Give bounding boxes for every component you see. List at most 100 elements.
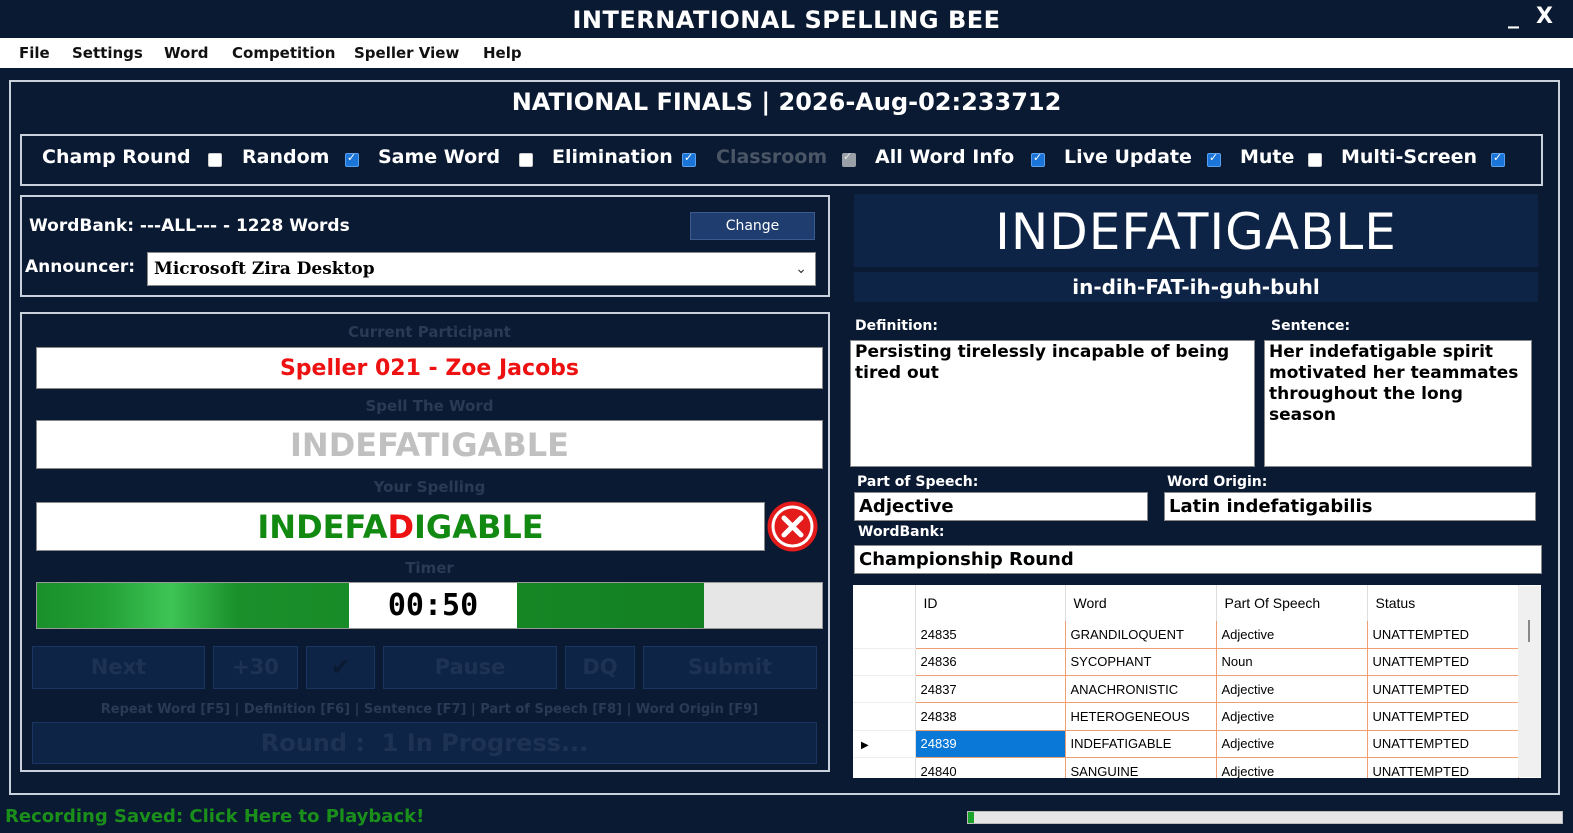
cell-id[interactable]: 24840 [915,757,1066,778]
grid-scrollbar[interactable] [1518,586,1541,777]
pause-button[interactable]: Pause [383,646,557,689]
all-word-info-checkbox[interactable] [1031,151,1045,167]
cell-id[interactable]: 24836 [915,648,1066,677]
cell-status[interactable]: UNATTEMPTED [1367,621,1519,649]
menu-word[interactable]: Word [164,38,208,68]
row-header-cell[interactable] [853,675,916,704]
spelling-correct-part: IGABLE [414,508,544,546]
same-word-checkbox[interactable] [519,153,533,167]
row-header-cell[interactable] [853,757,916,778]
cell-status[interactable]: UNATTEMPTED [1367,675,1519,704]
live-update-checkbox[interactable] [1207,151,1221,167]
page-title: NATIONAL FINALS | 2026-Aug-02:233712 [511,88,1062,116]
minimize-button[interactable]: _ [1508,4,1519,29]
row-header-cell[interactable] [853,702,916,731]
row-header-cell[interactable]: ▶ [853,730,916,758]
target-word: INDEFATIGABLE [36,420,823,469]
cell-id[interactable]: 24839 [915,730,1066,758]
multi-screen-checkbox[interactable] [1491,151,1505,167]
plus-30-button[interactable]: +30 [213,646,298,689]
spell-the-word-label: Spell The Word [365,397,494,415]
option-live-update-label: Live Update [1064,146,1192,168]
table-row[interactable]: 24837 ANACHRONISTIC Adjective UNATTEMPTE… [853,675,1519,704]
cell-pos[interactable]: Noun [1216,648,1368,677]
cell-status[interactable]: UNATTEMPTED [1367,757,1519,778]
table-row[interactable]: 24838 HETEROGENEOUS Adjective UNATTEMPTE… [853,702,1519,731]
option-multi-screen-label: Multi-Screen [1341,146,1478,168]
announcer-label: Announcer: [25,257,136,277]
speller-name: Speller 021 - Zoe Jacobs [36,347,823,389]
row-header-cell[interactable] [853,648,916,677]
cell-pos[interactable]: Adjective [1216,757,1368,778]
cell-word[interactable]: ANACHRONISTIC [1065,675,1217,704]
announcer-value: Microsoft Zira Desktop [154,259,375,279]
status-progress-fill [968,812,974,823]
table-row-selected[interactable]: ▶ 24839 INDEFATIGABLE Adjective UNATTEMP… [853,730,1519,758]
cell-word[interactable]: INDEFATIGABLE [1065,730,1217,758]
menu-competition[interactable]: Competition [232,38,335,68]
elimination-checkbox[interactable] [682,151,696,167]
submit-button[interactable]: Submit [643,646,817,689]
cell-pos[interactable]: Adjective [1216,675,1368,704]
cell-status[interactable]: UNATTEMPTED [1367,648,1519,677]
title-bar: INTERNATIONAL SPELLING BEE [0,0,1573,38]
row-header-cell[interactable] [853,621,916,649]
definition-text[interactable]: Persisting tirelessly incapable of being… [850,340,1255,467]
sentence-text[interactable]: Her indefatigable spirit motivated her t… [1264,340,1532,467]
cell-pos[interactable]: Adjective [1216,730,1368,758]
column-header-word[interactable]: Word [1065,585,1217,621]
wordbank-field[interactable]: Championship Round [854,545,1542,574]
menu-speller-view[interactable]: Speller View [354,38,459,68]
your-spelling-label: Your Spelling [373,478,486,496]
option-classroom-label: Classroom [716,146,828,168]
table-row[interactable]: 24836 SYCOPHANT Noun UNATTEMPTED [853,648,1519,677]
cell-word[interactable]: SANGUINE [1065,757,1217,778]
word-origin-field[interactable]: Latin indefatigabilis [1164,492,1536,521]
recording-playback-link[interactable]: Recording Saved: Click Here to Playback! [5,806,424,827]
column-header-status[interactable]: Status [1367,585,1519,621]
definition-label: Definition: [855,318,938,334]
cell-pos[interactable]: Adjective [1216,702,1368,731]
status-progress-bar [967,811,1563,824]
option-elimination-label: Elimination [552,146,673,168]
cell-word[interactable]: GRANDILOQUENT [1065,621,1217,649]
menu-settings[interactable]: Settings [72,38,143,68]
next-button[interactable]: Next [32,646,205,689]
part-of-speech-label: Part of Speech: [857,474,979,490]
option-mute-label: Mute [1240,146,1295,168]
column-header-part-of-speech[interactable]: Part Of Speech [1216,585,1368,621]
checkmark-icon: ✔ [330,653,351,681]
table-row[interactable]: 24835 GRANDILOQUENT Adjective UNATTEMPTE… [853,621,1519,649]
champ-round-checkbox[interactable] [208,153,222,167]
word-grid: ID Word Part Of Speech Status 24835 GRAN… [853,585,1541,778]
announcer-select[interactable]: Microsoft Zira Desktop ⌄ [147,252,816,286]
window-title: INTERNATIONAL SPELLING BEE [572,6,1001,34]
row-header-column [853,585,916,621]
column-header-id[interactable]: ID [915,585,1066,621]
change-wordbank-button[interactable]: Change [690,212,815,240]
part-of-speech-field[interactable]: Adjective [854,492,1148,521]
wordbank-summary: WordBank: ---ALL--- - 1228 Words [29,216,350,236]
approve-button[interactable]: ✔ [306,646,375,689]
cell-word[interactable]: HETEROGENEOUS [1065,702,1217,731]
cell-id[interactable]: 24837 [915,675,1066,704]
cell-id[interactable]: 24835 [915,621,1066,649]
menu-help[interactable]: Help [483,38,522,68]
close-button[interactable]: X [1536,4,1553,29]
option-champ-round-label: Champ Round [42,146,191,168]
cell-id[interactable]: 24838 [915,702,1066,731]
cell-status[interactable]: UNATTEMPTED [1367,702,1519,731]
cell-pos[interactable]: Adjective [1216,621,1368,649]
cell-status[interactable]: UNATTEMPTED [1367,730,1519,758]
scrollbar-thumb[interactable] [1528,620,1530,642]
menu-file[interactable]: File [19,38,50,68]
classroom-checkbox [842,150,856,167]
mute-checkbox[interactable] [1308,153,1322,167]
random-checkbox[interactable] [345,151,359,167]
cell-word[interactable]: SYCOPHANT [1065,648,1217,677]
current-row-arrow-icon: ▶ [861,740,869,752]
dq-button[interactable]: DQ [565,646,635,689]
wordbank-label: WordBank: [858,524,945,540]
wrong-x-icon [767,501,818,552]
table-row[interactable]: 24840 SANGUINE Adjective UNATTEMPTED [853,757,1519,778]
